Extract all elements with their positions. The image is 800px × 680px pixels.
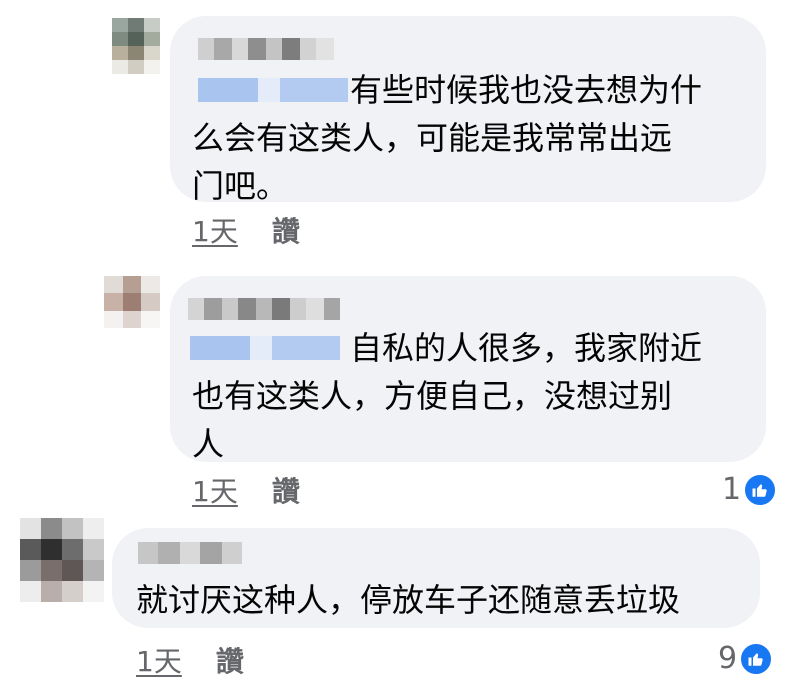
comment-meta: 1天 讚 [192,210,300,250]
avatar[interactable] [20,518,104,602]
avatar[interactable] [104,276,160,328]
like-button[interactable]: 讚 [272,475,300,508]
comment-text: 有些时候我也没去想为什 么会有这类人，可能是我常常出远 门吧。 [192,71,703,205]
comment-meta: 1天 讚 [192,470,300,510]
timestamp-link[interactable]: 1天 [192,215,238,248]
comment-bubble: 自私的人很多，我家附近 也有这类人，方便自己，没想过别 人 [170,276,766,463]
timestamp-link[interactable]: 1天 [136,645,182,678]
like-button[interactable]: 讚 [216,645,244,678]
comment-text: 自私的人很多，我家附近 也有这类人，方便自己，没想过别 人 [192,329,703,463]
reaction-count[interactable]: 9 [718,641,774,676]
commenter-name-blurred[interactable] [188,298,340,320]
avatar[interactable] [112,18,160,74]
thumbs-up-icon [743,472,778,507]
comment-bubble: 有些时候我也没去想为什 么会有这类人，可能是我常常出远 门吧。 [170,16,766,205]
comment-meta: 1天 讚 [136,640,244,680]
timestamp-link[interactable]: 1天 [192,475,238,508]
comment-text: 就讨厌这种人，停放车子还随意丢垃圾 [136,581,681,619]
like-button[interactable]: 讚 [272,215,300,248]
thumbs-up-icon [739,641,774,676]
comment-bubble: 就讨厌这种人，停放车子还随意丢垃圾 [112,528,760,628]
reaction-count[interactable]: 1 [722,472,778,507]
commenter-name-blurred[interactable] [198,38,334,60]
commenter-name-blurred[interactable] [138,542,242,564]
